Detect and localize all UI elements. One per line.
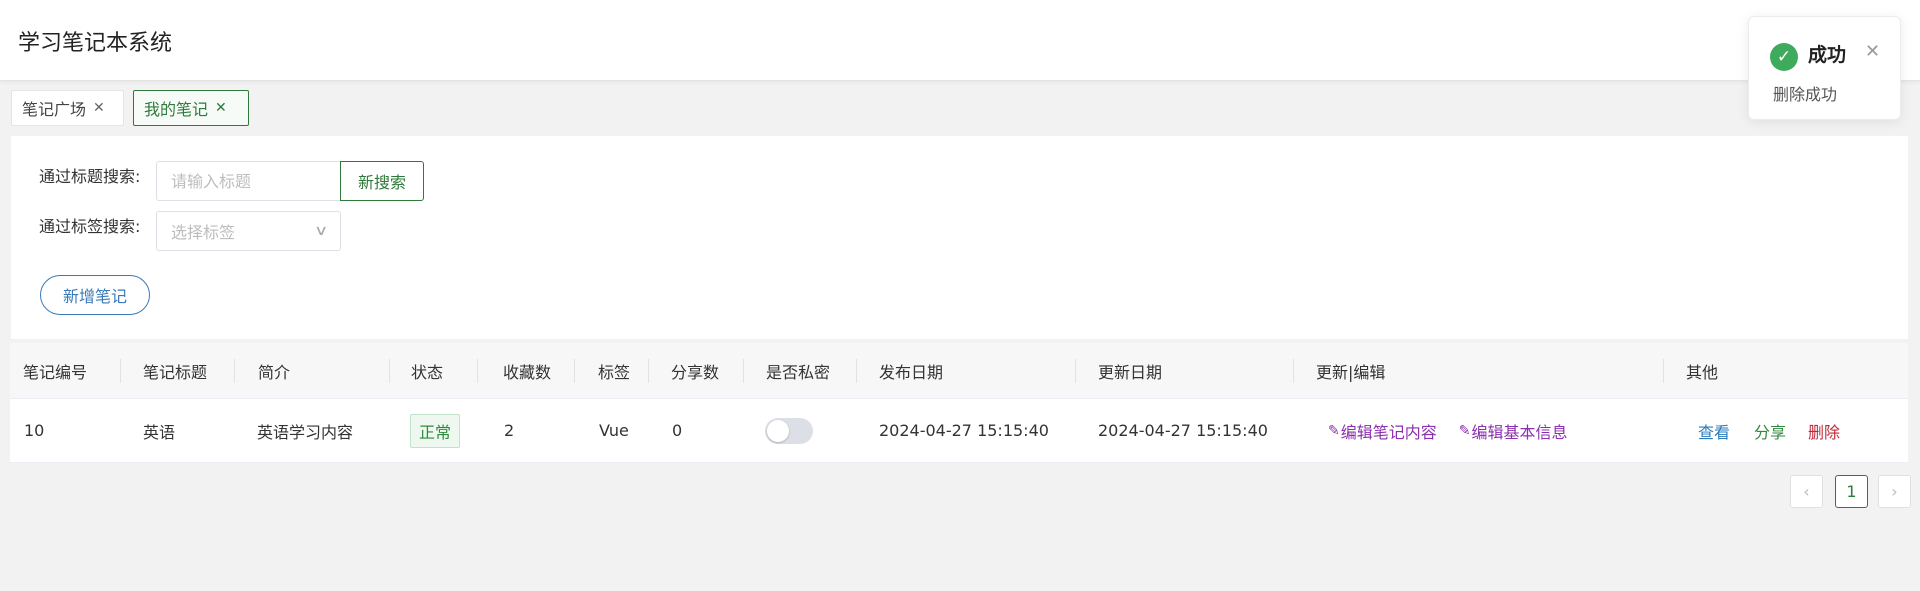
pencil-icon: ✎ xyxy=(1458,422,1471,439)
note-summary: 英语学习内容 xyxy=(257,422,354,442)
header-cell: 标签 xyxy=(598,362,631,382)
notification-title: 成功 xyxy=(1808,44,1847,66)
close-icon[interactable]: ✕ xyxy=(1865,41,1880,62)
search-button[interactable]: 新搜索 xyxy=(340,161,424,201)
header-cell: 其他 xyxy=(1686,362,1719,382)
view-link[interactable]: 查看 xyxy=(1698,419,1730,443)
tag-select[interactable]: 选择标签 ∨ xyxy=(156,211,341,251)
chevron-down-icon: ∨ xyxy=(313,223,329,239)
other-actions: 查看 分享 删除 xyxy=(1698,399,1840,462)
app-header: 学习笔记本系统 xyxy=(0,0,1920,81)
edit-actions: ✎ 编辑笔记内容 ✎ 编辑基本信息 xyxy=(1328,399,1568,462)
success-notification: ✓ 成功 ✕ 删除成功 xyxy=(1748,16,1901,120)
title-search-input[interactable] xyxy=(156,161,341,201)
tab-label: 笔记广场 xyxy=(22,100,87,119)
tab-note-square[interactable]: 笔记广场 ✕ xyxy=(11,90,124,126)
delete-link[interactable]: 删除 xyxy=(1808,419,1840,443)
close-icon[interactable]: ✕ xyxy=(93,100,105,116)
page-1-button[interactable]: 1 xyxy=(1835,475,1868,508)
app-title: 学习笔记本系统 xyxy=(18,31,173,56)
pencil-icon: ✎ xyxy=(1328,422,1340,439)
note-id: 10 xyxy=(24,421,45,440)
status-badge: 正常 xyxy=(410,413,461,448)
tag-search-label: 通过标签搜索: xyxy=(39,217,141,236)
publish-date: 2024-04-27 15:15:40 xyxy=(879,421,1049,440)
toggle-knob xyxy=(767,419,789,442)
header-cell: 更新日期 xyxy=(1098,362,1163,382)
edit-content-link[interactable]: ✎ 编辑笔记内容 xyxy=(1328,419,1437,443)
table-row: 10 英语 英语学习内容 正常 2 Vue 0 2024-04-27 15:15… xyxy=(10,399,1908,463)
favorites-count: 2 xyxy=(504,421,515,440)
share-link[interactable]: 分享 xyxy=(1754,419,1786,443)
status-cell: 正常 xyxy=(410,399,461,462)
note-title: 英语 xyxy=(143,422,176,442)
tab-my-notes[interactable]: 我的笔记 ✕ xyxy=(133,90,249,126)
notification-message: 删除成功 xyxy=(1773,85,1838,104)
note-tag: Vue xyxy=(599,421,629,440)
table-header: 笔记编号 笔记标题 简介 状态 收藏数 标签 分享数 是否私密 发布日期 更新日… xyxy=(10,343,1908,399)
notes-table: 笔记编号 笔记标题 简介 状态 收藏数 标签 分享数 是否私密 发布日期 更新日… xyxy=(10,343,1908,463)
header-cell: 简介 xyxy=(258,362,291,382)
header-cell: 笔记标题 xyxy=(143,362,208,382)
tag-select-placeholder: 选择标签 xyxy=(171,223,236,242)
next-page-button[interactable]: › xyxy=(1878,475,1911,508)
header-cell: 状态 xyxy=(411,362,444,382)
update-date: 2024-04-27 15:15:40 xyxy=(1098,421,1268,440)
search-panel: 通过标题搜索: 新搜索 通过标签搜索: 选择标签 ∨ 新增笔记 xyxy=(11,136,1908,339)
prev-page-button[interactable]: ‹ xyxy=(1790,475,1823,508)
edit-info-link[interactable]: ✎ 编辑基本信息 xyxy=(1459,419,1568,443)
close-icon[interactable]: ✕ xyxy=(215,100,227,116)
share-count: 0 xyxy=(672,421,683,440)
private-cell xyxy=(765,399,813,462)
header-cell: 分享数 xyxy=(671,362,720,382)
edit-info-label: 编辑基本信息 xyxy=(1471,422,1568,442)
private-toggle[interactable] xyxy=(765,417,813,444)
tab-label: 我的笔记 xyxy=(144,100,209,119)
header-cell: 笔记编号 xyxy=(23,362,88,382)
title-search-label: 通过标题搜索: xyxy=(39,167,141,186)
header-cell: 发布日期 xyxy=(879,362,944,382)
header-cell: 更新|编辑 xyxy=(1316,362,1386,382)
add-note-button[interactable]: 新增笔记 xyxy=(40,275,150,315)
header-cell: 收藏数 xyxy=(503,362,552,382)
check-circle-icon: ✓ xyxy=(1770,43,1798,71)
edit-content-label: 编辑笔记内容 xyxy=(1340,422,1437,442)
header-cell: 是否私密 xyxy=(766,362,831,382)
